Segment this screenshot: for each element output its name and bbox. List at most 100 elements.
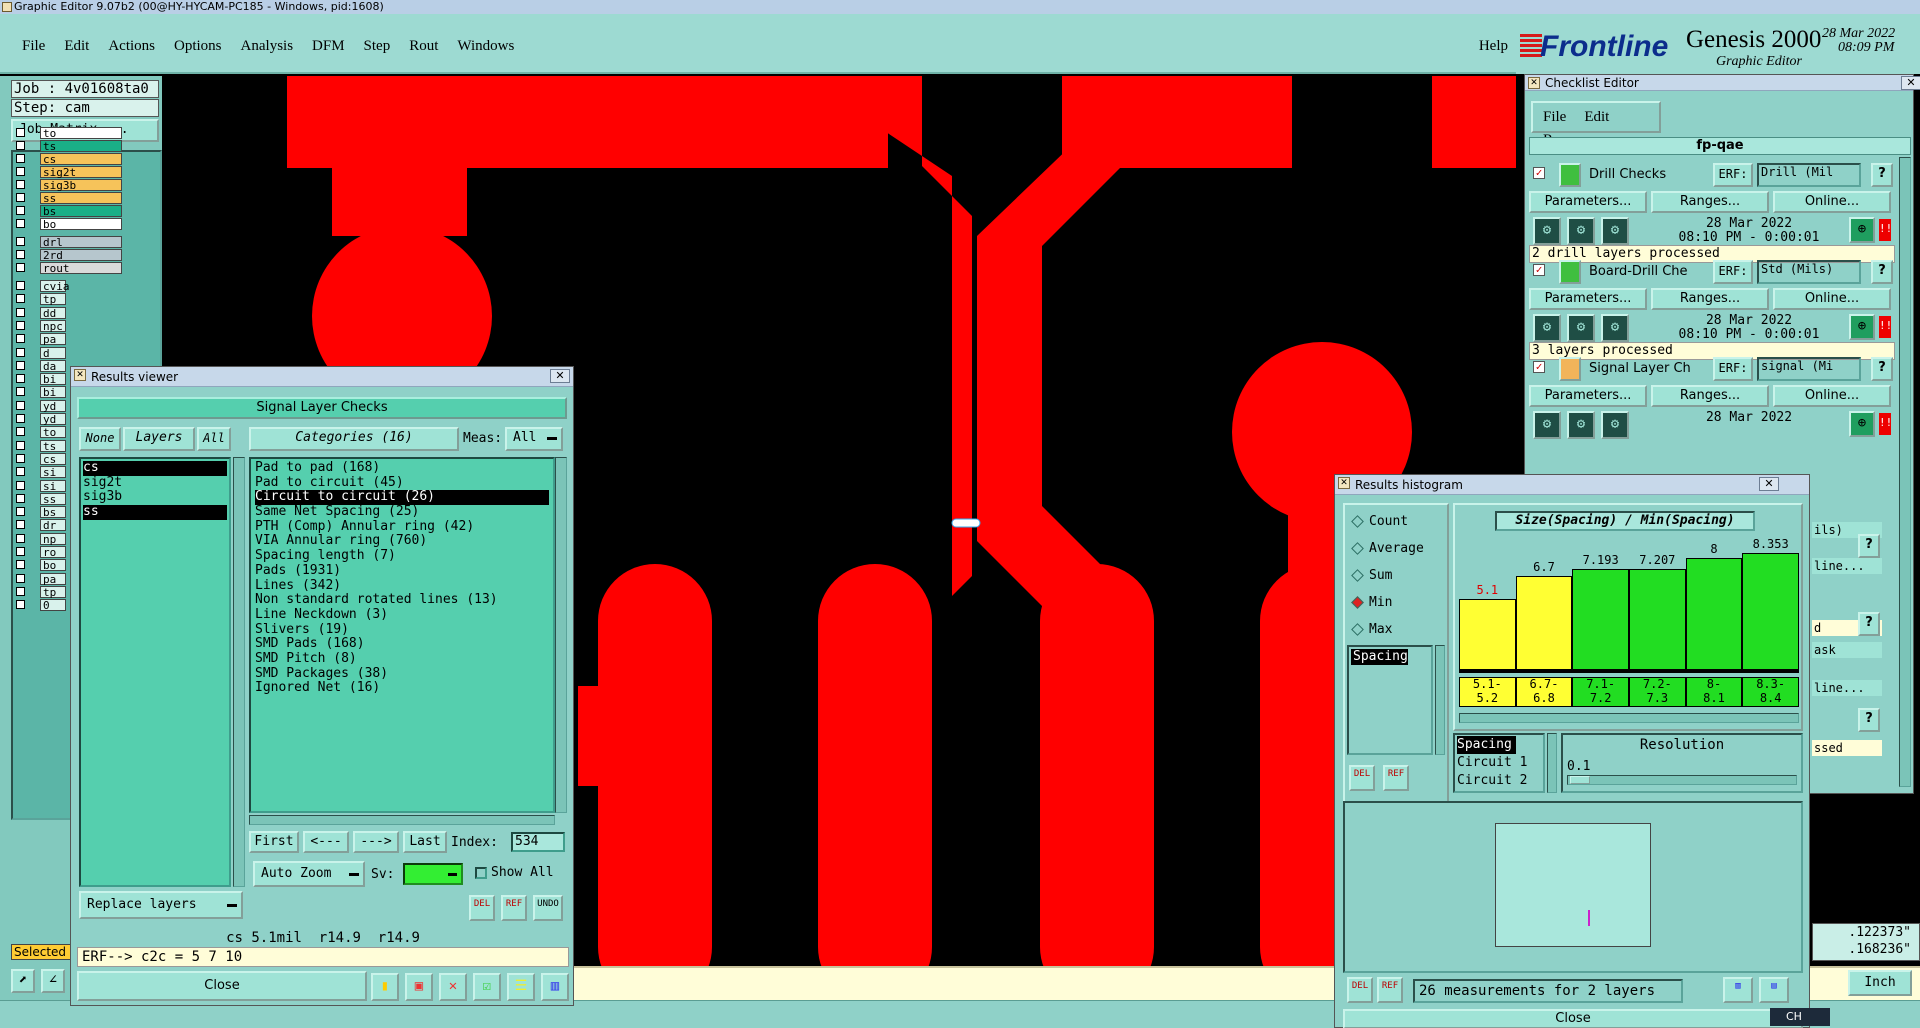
check-scrollbar[interactable] — [1899, 157, 1911, 787]
layer-checkbox[interactable] — [16, 600, 25, 610]
auto-zoom-dropdown[interactable]: Auto Zoom — [253, 861, 365, 887]
layer-checkbox[interactable] — [16, 347, 25, 357]
menu-rout[interactable]: Rout — [409, 38, 438, 55]
category-item[interactable]: Pad to circuit (45) — [255, 475, 549, 491]
log-icon[interactable]: ⚙ — [1601, 411, 1629, 439]
first-button[interactable]: First — [249, 831, 299, 853]
stop-icon[interactable]: ⚙ — [1567, 411, 1595, 439]
hist-ref-icon[interactable]: REF — [1383, 765, 1409, 791]
del-icon[interactable]: DEL — [469, 895, 495, 921]
layer-row-ts[interactable]: ts — [14, 140, 132, 153]
category-item[interactable]: SMD Packages (38) — [255, 666, 549, 682]
layer-row-npc[interactable]: npc — [14, 319, 132, 332]
layer-checkbox[interactable] — [16, 427, 25, 437]
check-enable-checkbox[interactable]: ✓ — [1533, 167, 1545, 179]
online-button[interactable]: Online... — [1773, 385, 1891, 407]
last-button[interactable]: Last — [403, 831, 447, 853]
erf-button[interactable]: ERF: — [1713, 163, 1753, 187]
erf-value[interactable]: Drill (Mil — [1757, 163, 1861, 187]
zoom-results-icon[interactable]: ⊕ — [1849, 314, 1875, 340]
menu-windows[interactable]: Windows — [457, 38, 514, 55]
category-item[interactable]: VIA Annular ring (760) — [255, 534, 549, 549]
check-name[interactable]: Board-Drill Che — [1589, 264, 1709, 279]
layer-row-dd[interactable]: dd — [14, 306, 132, 319]
select-tool-icon[interactable]: ⬈ — [11, 969, 35, 993]
replace-layers-dropdown[interactable]: Replace layers — [79, 891, 243, 919]
measure-tool-icon[interactable]: ∠ — [41, 969, 65, 993]
category-item[interactable]: Ignored Net (16) — [255, 681, 549, 696]
menu-step[interactable]: Step — [364, 38, 391, 55]
result-layer-item[interactable]: sig3b — [83, 490, 227, 505]
layer-checkbox[interactable] — [16, 281, 25, 290]
help-button[interactable]: ? — [1858, 612, 1880, 636]
result-layer-item[interactable]: ss — [83, 504, 227, 520]
layer-checkbox[interactable] — [16, 180, 25, 189]
category-item[interactable]: Slivers (19) — [255, 622, 549, 638]
ranges-button[interactable]: Ranges... — [1651, 288, 1769, 310]
run-icon[interactable]: ⚙ — [1533, 314, 1561, 342]
all-button[interactable]: All — [197, 427, 231, 451]
check-enable-checkbox[interactable]: ✓ — [1533, 361, 1545, 373]
help-button[interactable]: ? — [1871, 357, 1893, 381]
menu-file[interactable]: File — [22, 38, 45, 55]
next-button[interactable]: ---> — [353, 831, 399, 853]
resolution-slider[interactable] — [1567, 775, 1797, 785]
undo-icon[interactable]: UNDO — [533, 895, 563, 921]
layer-checkbox[interactable] — [16, 307, 25, 317]
parameters-button[interactable]: Parameters... — [1529, 191, 1647, 213]
layer-checkbox[interactable] — [16, 374, 25, 384]
layer-checkbox[interactable] — [16, 414, 25, 423]
category-item[interactable]: Pads (1931) — [255, 563, 549, 579]
menu-edit[interactable]: Edit — [64, 38, 89, 55]
option-min[interactable]: Min — [1351, 594, 1392, 612]
histogram-icon[interactable]: ▥ — [541, 973, 569, 1001]
layer-row-2rd[interactable]: 2rd — [14, 249, 132, 262]
menu-actions[interactable]: Actions — [108, 38, 155, 55]
layer-row-tp[interactable]: tp — [14, 293, 132, 306]
layer-row-d[interactable]: d — [14, 346, 132, 359]
layer-checkbox[interactable] — [16, 467, 25, 477]
close-icon[interactable]: ✕ — [550, 369, 570, 383]
option-average[interactable]: Average — [1351, 540, 1424, 558]
layer-checkbox[interactable] — [16, 250, 25, 259]
layer-checkbox[interactable] — [16, 154, 25, 163]
category-item[interactable]: Spacing length (7) — [255, 548, 549, 564]
parameters-button[interactable]: Parameters... — [1529, 288, 1647, 310]
help-button[interactable]: ? — [1858, 708, 1880, 732]
check-name[interactable]: Signal Layer Ch — [1589, 361, 1709, 376]
layer-checkbox[interactable] — [16, 167, 25, 176]
layer-checkbox[interactable] — [16, 400, 25, 410]
online-button[interactable]: Online... — [1773, 191, 1891, 213]
layer-row-to[interactable]: to — [14, 127, 132, 140]
erf-button[interactable]: ERF: — [1713, 260, 1753, 284]
close-icon[interactable]: ✕ — [1759, 477, 1779, 491]
layer-row-bo[interactable]: bo — [14, 218, 132, 231]
layer-checkbox[interactable] — [16, 440, 25, 450]
result-layer-item[interactable]: cs — [83, 460, 227, 476]
erf-button[interactable]: ERF: — [1713, 357, 1753, 381]
chart-hscroll[interactable] — [1459, 713, 1799, 723]
show-all-checkbox[interactable] — [475, 867, 487, 879]
list-icon[interactable]: ☰ — [507, 973, 535, 1001]
zoom-results-icon[interactable]: ⊕ — [1849, 411, 1875, 437]
layer-checkbox[interactable] — [16, 493, 25, 503]
menu-dfm[interactable]: DFM — [312, 38, 345, 55]
help-button[interactable]: ? — [1871, 163, 1893, 187]
layer-checkbox[interactable] — [16, 193, 25, 202]
layer-checkbox[interactable] — [16, 533, 25, 543]
category-item[interactable]: Circuit to circuit (26) — [255, 490, 549, 506]
ref-icon[interactable]: REF — [501, 895, 527, 921]
check-enable-checkbox[interactable]: ✓ — [1533, 264, 1545, 276]
measure-icon[interactable]: ▮ — [371, 973, 399, 1001]
layer-checkbox[interactable] — [16, 480, 25, 490]
histogram-bar[interactable] — [1685, 558, 1743, 670]
layer-checkbox[interactable] — [16, 128, 25, 137]
category-item[interactable]: SMD Pads (168) — [255, 637, 549, 652]
erf-value[interactable]: signal (Mi — [1757, 357, 1861, 381]
ranges-button[interactable]: Ranges... — [1651, 191, 1769, 213]
layer-checkbox[interactable] — [16, 573, 25, 583]
measure-item[interactable]: Spacing — [1351, 649, 1408, 665]
chart-icon[interactable]: ▥ — [1723, 977, 1753, 1003]
legend-item[interactable]: Circuit 2 — [1457, 772, 1541, 790]
measure-scrollbar[interactable] — [1435, 645, 1445, 755]
